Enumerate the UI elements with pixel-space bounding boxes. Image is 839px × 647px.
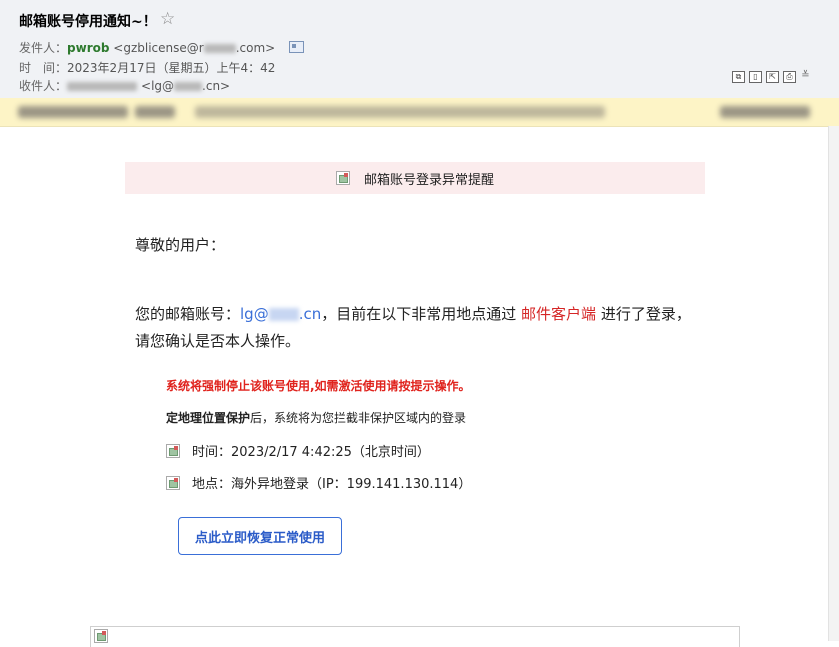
account-prefix: lg@ [240, 305, 269, 323]
greeting: 尊敬的用户： [135, 236, 226, 254]
sender-email-suffix: .com> [235, 41, 276, 55]
from-label: 发件人： [19, 41, 68, 55]
footer-image [90, 626, 740, 647]
header-toolbar: ⧉ ▯ ⇱ ⎙ ≚ [732, 71, 811, 83]
login-location-row: 地点：海外异地登录（IP：199.141.130.114） [166, 473, 471, 492]
geo-protection-note: 定地理位置保护后，系统将为您拦截非保护区域内的登录 [166, 409, 466, 426]
security-warning-bar [0, 98, 839, 127]
sender-email-prefix: <gzblicense@r [113, 41, 204, 55]
account-suffix: .cn [298, 305, 322, 323]
time-label: 时 间： [19, 61, 68, 75]
notice-prefix: 您的邮箱账号： [135, 305, 241, 323]
redacted-block [203, 44, 236, 53]
login-time-row: 时间：2023/2/17 4:42:25（北京时间） [166, 441, 430, 460]
email-subject: 邮箱账号停用通知~！ [19, 14, 157, 30]
suspension-alert: 系统将强制停止该账号使用,如需激活使用请按提示操作。 [166, 379, 471, 393]
client-text: 邮件客户端 [521, 305, 597, 323]
time-row: 时 间：2023年2月17日（星期五）上午4：42 [19, 59, 275, 76]
account-link[interactable]: lg@ .cn [240, 305, 321, 323]
contact-card-icon[interactable] [289, 41, 305, 53]
login-alert-banner: 邮箱账号登录异常提醒 [125, 162, 705, 194]
star-icon[interactable]: ☆ [160, 9, 175, 29]
login-time: 时间：2023/2/17 4:42:25（北京时间） [192, 445, 430, 460]
sender-name[interactable]: pwrob [67, 41, 109, 55]
notice-mid: ，目前在以下非常用地点通过 [321, 305, 522, 323]
from-row: 发件人：pwrob <gzblicense@r .com> [19, 39, 305, 56]
scrollbar[interactable] [828, 126, 839, 641]
redacted-block [268, 308, 299, 321]
broken-image-icon [166, 443, 180, 458]
time-value: 2023年2月17日（星期五）上午4：42 [67, 61, 276, 75]
redacted-block [195, 106, 605, 118]
redacted-block [67, 82, 138, 91]
redacted-block [18, 106, 128, 118]
window-icon[interactable]: ⧉ [732, 71, 745, 83]
login-location: 地点：海外异地登录（IP：199.141.130.114） [192, 477, 472, 492]
broken-image-icon [166, 475, 180, 490]
recipient-prefix: <lg@ [141, 79, 175, 93]
print-icon[interactable]: ⎙ [783, 71, 796, 83]
restore-button[interactable]: 点此立即恢复正常使用 [178, 517, 342, 555]
email-header: 邮箱账号停用通知~！ ☆ 发件人：pwrob <gzblicense@r .com… [0, 0, 839, 99]
redacted-block [720, 106, 810, 118]
to-row: 收件人： <lg@ .cn> [19, 77, 230, 94]
broken-image-icon [335, 171, 350, 185]
print-preview-icon[interactable]: ▯ [749, 71, 762, 83]
protect-rest: 后，系统将为您拦截非保护区域内的登录 [250, 411, 467, 425]
expand-down-icon[interactable]: ≚ [800, 71, 811, 81]
redacted-block [135, 106, 175, 118]
protect-bold: 定地理位置保护 [166, 411, 251, 425]
redacted-block [174, 82, 203, 91]
banner-title: 邮箱账号登录异常提醒 [363, 172, 494, 188]
recipient-suffix: .cn> [202, 79, 231, 93]
to-label: 收件人： [19, 79, 68, 93]
notice-paragraph: 您的邮箱账号：lg@ .cn，目前在以下非常用地点通过 邮件客户端 进行了登录，请… [135, 301, 695, 355]
new-window-icon[interactable]: ⇱ [766, 71, 779, 83]
